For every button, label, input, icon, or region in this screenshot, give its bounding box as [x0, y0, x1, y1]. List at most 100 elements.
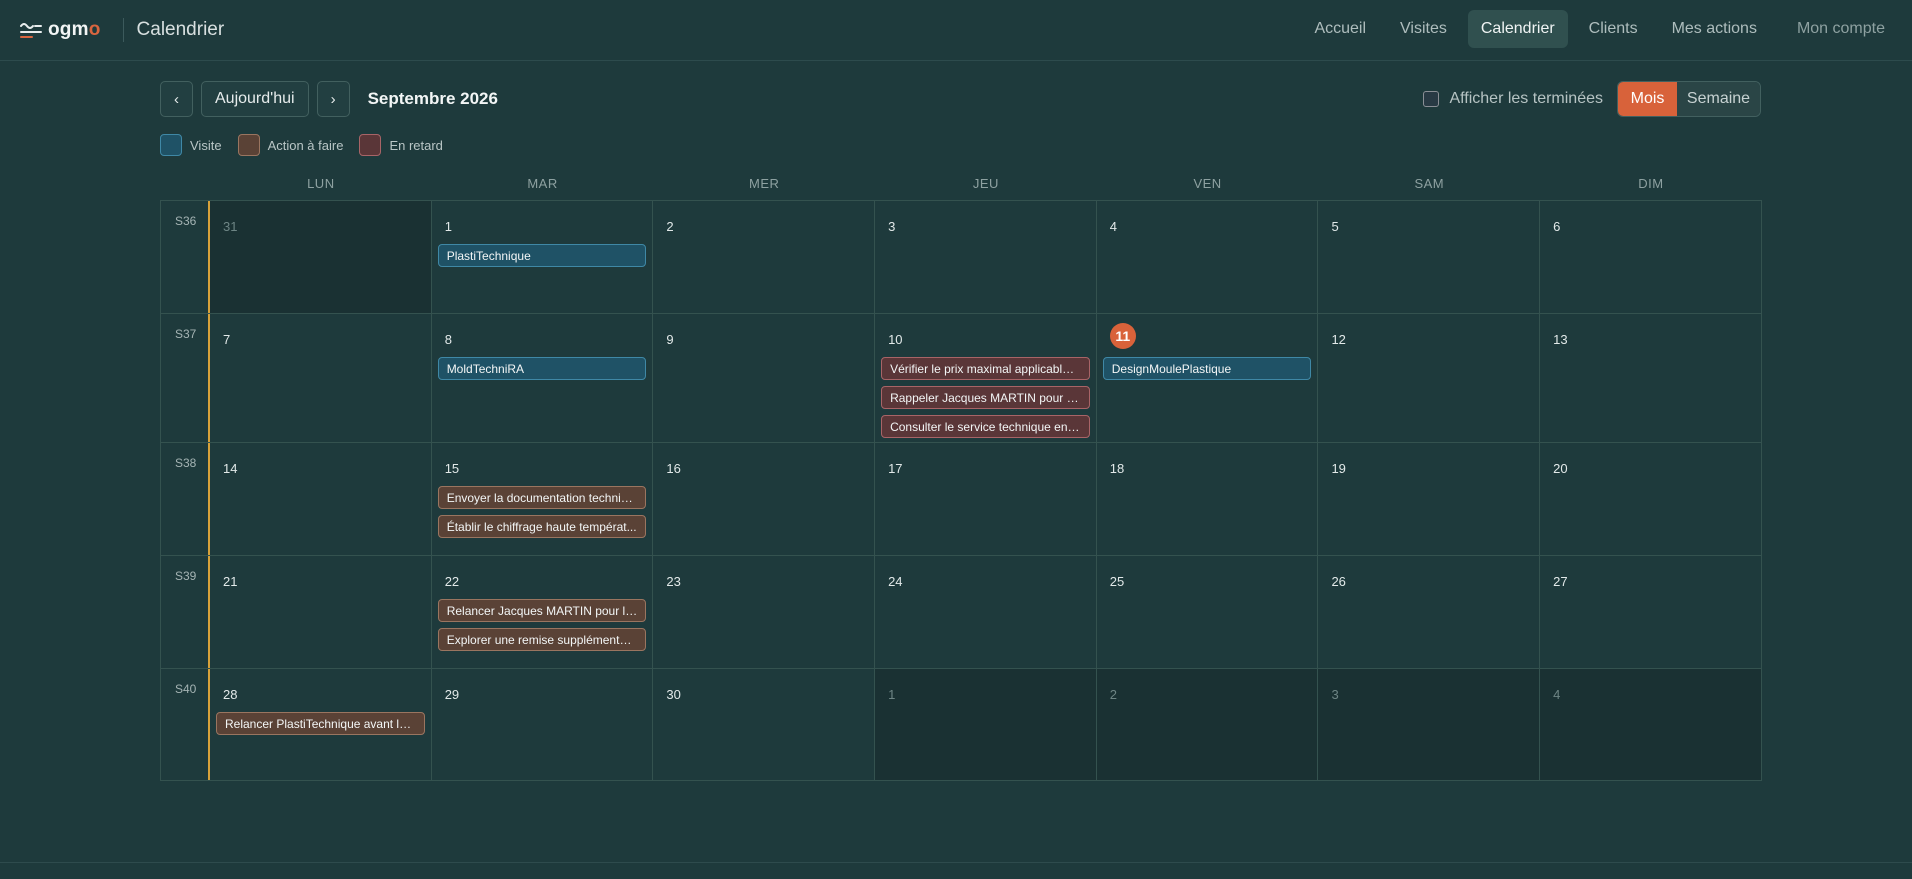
day-cell[interactable]: 24	[875, 556, 1097, 668]
day-cell[interactable]: 14	[210, 443, 432, 555]
day-number: 28	[223, 686, 238, 702]
day-cell[interactable]: 26	[1318, 556, 1541, 668]
day-cell[interactable]: 23	[653, 556, 876, 668]
event-late[interactable]: Vérifier le prix maximal applicable ...	[881, 357, 1090, 380]
day-cell[interactable]: 7	[210, 314, 432, 442]
day-number: 16	[666, 460, 681, 476]
day-number: 15	[444, 460, 460, 476]
nav-visites[interactable]: Visites	[1387, 10, 1460, 48]
day-cell[interactable]: 5	[1318, 201, 1541, 313]
day-number: 26	[1331, 573, 1346, 589]
event-visite[interactable]: PlastiTechnique	[437, 244, 647, 267]
legend-swatch-retard	[359, 134, 382, 156]
day-cell[interactable]: 30	[653, 669, 876, 780]
week-number-label: S40	[160, 669, 210, 780]
event-late[interactable]: Consulter le service technique en i...	[881, 415, 1090, 438]
event-title: DesignMoulePlastique	[1111, 361, 1232, 376]
day-number: 1	[444, 218, 452, 234]
day-cell[interactable]: 8 MoldTechniRA	[432, 314, 654, 442]
event-action[interactable]: Relancer PlastiTechnique avant la ...	[216, 712, 425, 735]
day-number: 3	[1331, 686, 1339, 702]
day-cell[interactable]: 16	[653, 443, 876, 555]
day-cell[interactable]: 10 Vérifier le prix maximal applicable ..…	[875, 314, 1097, 442]
day-cell[interactable]: 12	[1318, 314, 1541, 442]
event-action[interactable]: Envoyer la documentation techniq...	[437, 486, 647, 509]
event-action[interactable]: Explorer une remise supplémentai...	[437, 628, 647, 651]
day-number: 22	[444, 573, 460, 589]
event-list: PlastiTechnique	[437, 244, 647, 267]
week-number-label: S37	[160, 314, 210, 442]
day-cell[interactable]: 17	[875, 443, 1097, 555]
day-cell[interactable]: 19	[1318, 443, 1541, 555]
day-number: 21	[223, 573, 238, 589]
day-cell[interactable]: 31	[210, 201, 432, 313]
event-title: Envoyer la documentation techniq...	[446, 490, 638, 505]
day-cell[interactable]: 15 Envoyer la documentation techniq... Éta…	[432, 443, 654, 555]
nav-calendrier[interactable]: Calendrier	[1467, 10, 1568, 48]
nav-clients[interactable]: Clients	[1576, 10, 1651, 48]
day-cell[interactable]: 22 Relancer Jacques MARTIN pour la ... Exp…	[432, 556, 654, 668]
day-number: 23	[666, 573, 681, 589]
day-cell[interactable]: 9	[653, 314, 876, 442]
day-number: 2	[666, 218, 674, 234]
day-cell[interactable]: 11 DesignMoulePlastique	[1097, 314, 1319, 442]
today-button[interactable]: Aujourd'hui	[201, 81, 309, 117]
event-visite[interactable]: DesignMoulePlastique	[1102, 357, 1312, 380]
day-cell[interactable]: 27	[1540, 556, 1762, 668]
view-week-button[interactable]: Semaine	[1677, 82, 1760, 116]
day-number: 3	[888, 218, 896, 234]
event-visite[interactable]: MoldTechniRA	[437, 357, 647, 380]
day-cell[interactable]: 29	[432, 669, 654, 780]
weekday-header: VEN	[1193, 176, 1222, 191]
day-cell[interactable]: 1	[875, 669, 1097, 780]
prev-month-button[interactable]: ‹	[160, 81, 193, 117]
calendar-toolbar: ‹ Aujourd'hui › Septembre 2026	[160, 81, 498, 117]
event-list: Relancer Jacques MARTIN pour la ... Explo…	[437, 599, 647, 651]
day-number: 5	[1331, 218, 1339, 234]
day-cell[interactable]: 4	[1540, 669, 1762, 780]
day-cell[interactable]: 21	[210, 556, 432, 668]
day-number: 7	[223, 331, 231, 347]
day-cell[interactable]: 20	[1540, 443, 1762, 555]
week-row: S37 7 8 MoldTechniRA 9 10 Vérifier le prix max…	[160, 314, 1762, 443]
event-action[interactable]: Relancer Jacques MARTIN pour la ...	[437, 599, 647, 622]
nav-accueil[interactable]: Accueil	[1301, 10, 1379, 48]
day-number: 9	[666, 331, 674, 347]
event-title: Rappeler Jacques MARTIN pour va...	[890, 390, 1081, 405]
show-done-toggle[interactable]: Afficher les terminées	[1423, 90, 1603, 108]
day-number: 14	[223, 460, 238, 476]
day-number: 10	[888, 331, 903, 347]
day-cell[interactable]: 18	[1097, 443, 1319, 555]
day-cell[interactable]: 2	[1096, 669, 1319, 780]
logo-wave-icon	[20, 23, 42, 38]
event-late[interactable]: Rappeler Jacques MARTIN pour va...	[881, 386, 1090, 409]
day-cell[interactable]: 13	[1540, 314, 1762, 442]
show-done-checkbox[interactable]	[1423, 91, 1440, 107]
day-cell[interactable]: 3	[875, 201, 1097, 313]
nav-mes-actions[interactable]: Mes actions	[1659, 10, 1770, 48]
week-row: S36 31 1 PlastiTechnique 2 3 4 5 6	[160, 201, 1762, 314]
event-title: Explorer une remise supplémentai...	[446, 632, 638, 647]
weekday-header: JEU	[972, 176, 999, 191]
day-cell[interactable]: 28 Relancer PlastiTechnique avant la ...	[210, 669, 432, 780]
day-cell[interactable]: 6	[1540, 201, 1762, 313]
day-number: 25	[1109, 573, 1125, 589]
view-switcher: Mois Semaine	[1617, 81, 1761, 117]
day-number: 4	[1553, 686, 1561, 702]
view-month-button[interactable]: Mois	[1618, 82, 1677, 116]
brand[interactable]: ogmo	[20, 19, 101, 41]
day-cell[interactable]: 2	[653, 201, 876, 313]
day-number: 8	[444, 331, 452, 347]
next-month-button[interactable]: ›	[316, 81, 350, 117]
week-number-label: S38	[160, 443, 210, 555]
day-cell[interactable]: 3	[1318, 669, 1541, 780]
event-action[interactable]: Établir le chiffrage haute températ...	[437, 515, 647, 538]
nav-mon-compte[interactable]: Mon compte	[1784, 10, 1898, 48]
day-cell[interactable]: 25	[1097, 556, 1319, 668]
week-row: S40 28 Relancer PlastiTechnique avant la .…	[160, 669, 1762, 781]
weekday-header: SAM	[1414, 176, 1445, 191]
day-number-wrapper: 11	[1109, 323, 1312, 349]
day-cell[interactable]: 4	[1097, 201, 1319, 313]
day-number: 31	[223, 218, 238, 234]
day-cell[interactable]: 1 PlastiTechnique	[432, 201, 654, 313]
